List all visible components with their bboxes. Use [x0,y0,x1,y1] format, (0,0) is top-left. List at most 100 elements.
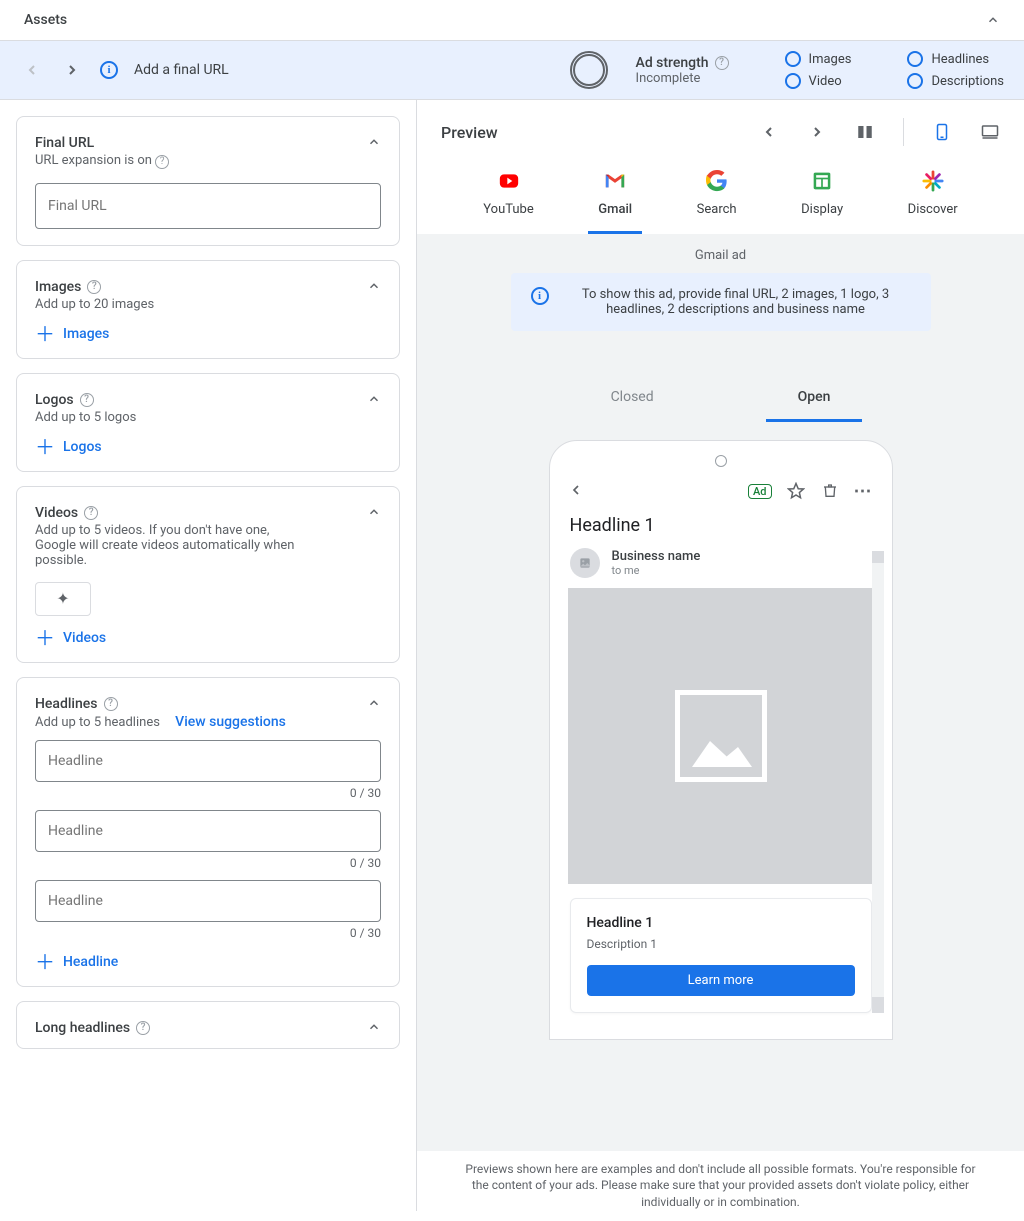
add-images-button[interactable]: ＋Images [35,326,381,342]
add-logos-button[interactable]: ＋Logos [35,439,381,455]
display-icon [811,170,833,192]
videos-title: Videos [35,505,78,521]
ad-badge: Ad [748,484,772,499]
plus-icon: ＋ [35,630,55,646]
headline-input-3[interactable] [35,880,381,922]
check-headlines: Headlines [931,52,989,67]
strength-label: Ad strength [636,55,709,71]
phone-notch-icon [715,455,727,467]
preview-mobile-icon[interactable] [932,122,952,142]
more-icon[interactable]: ⋯ [854,481,874,501]
card-logos: Logos ? Add up to 5 logos ＋Logos [16,373,400,472]
collapse-icon[interactable] [367,279,381,297]
collapse-icon[interactable] [367,1020,381,1038]
tab-youtube[interactable]: YouTube [473,162,544,234]
preview-stage: Gmail ad i To show this ad, provide fina… [417,234,1024,1151]
strength-status: Incomplete [636,71,729,86]
card-images: Images ? Add up to 20 images ＋Images [16,260,400,359]
info-icon: i [531,287,549,305]
headline-counter-1: 0 / 30 [35,786,381,800]
check-headlines-icon [907,51,923,67]
hero-image-placeholder [568,588,874,884]
trash-icon[interactable] [820,481,840,501]
preview-title: Preview [441,123,498,142]
collapse-icon[interactable] [367,505,381,523]
logos-sub: Add up to 5 logos [35,410,136,425]
help-icon[interactable]: ? [104,697,118,711]
google-icon [706,170,728,192]
preview-disclaimer: Previews shown here are examples and don… [417,1151,1024,1211]
headlines-title: Headlines [35,696,98,712]
help-icon[interactable]: ? [87,280,101,294]
card-final-url: Final URL URL expansion is on ? [16,116,400,246]
scrollbar[interactable] [872,551,884,1013]
images-sub: Add up to 20 images [35,297,154,312]
help-icon[interactable]: ? [136,1021,150,1035]
plus-icon: ＋ [35,326,55,342]
help-icon[interactable]: ? [715,56,729,70]
tab-display[interactable]: Display [791,162,853,234]
long-headlines-title: Long headlines [35,1020,130,1036]
tab-discover[interactable]: Discover [898,162,968,234]
star-icon[interactable] [786,481,806,501]
cta-headline: Headline 1 [587,915,855,931]
strength-ring-icon [570,51,608,89]
add-videos-button[interactable]: ＋Videos [35,630,381,646]
preview-desktop-icon[interactable] [980,122,1000,142]
cta-description: Description 1 [587,937,855,951]
business-name: Business name [612,549,701,564]
add-headline-button[interactable]: ＋Headline [35,954,381,970]
assets-header: Assets [0,0,1024,41]
auto-video-icon[interactable]: ✦ [35,582,91,616]
requirements-banner: i To show this ad, provide final URL, 2 … [511,273,931,331]
tab-open[interactable]: Open [766,381,863,422]
avatar-icon [570,548,600,578]
banner-text: To show this ad, provide final URL, 2 im… [561,287,911,317]
back-icon[interactable] [568,479,584,503]
next-step-icon[interactable] [60,58,84,82]
tab-closed[interactable]: Closed [579,381,686,422]
headline-input-1[interactable] [35,740,381,782]
phone-preview: Ad ⋯ Headline 1 Business name to me [549,440,893,1040]
divider [903,118,904,146]
view-suggestions-link[interactable]: View suggestions [175,714,286,730]
final-url-input[interactable] [35,183,381,229]
videos-sub: Add up to 5 videos. If you don't have on… [35,523,295,568]
prev-step-icon[interactable] [20,58,44,82]
preview-pane: Preview YouTube Gmail Search [416,100,1024,1211]
plus-icon: ＋ [35,439,55,455]
card-headlines: Headlines ? Add up to 5 headlines View s… [16,677,400,987]
tab-search[interactable]: Search [687,162,747,234]
email-headline: Headline 1 [568,511,874,544]
headline-input-2[interactable] [35,810,381,852]
help-icon[interactable]: ? [155,155,169,169]
help-icon[interactable]: ? [80,393,94,407]
image-icon [675,690,767,782]
headlines-sub: Add up to 5 headlines [35,715,160,730]
tab-gmail[interactable]: Gmail [588,162,642,234]
collapse-icon[interactable] [367,135,381,153]
preview-split-icon[interactable] [855,122,875,142]
headline-counter-3: 0 / 30 [35,926,381,940]
logos-title: Logos [35,392,74,408]
images-title: Images [35,279,81,295]
help-icon[interactable]: ? [84,506,98,520]
check-descriptions: Descriptions [931,74,1004,89]
plus-icon: ＋ [35,954,55,970]
gmail-icon [604,170,626,192]
collapse-assets-icon[interactable] [986,13,1000,27]
assets-form: Final URL URL expansion is on ? Images ?… [0,100,416,1211]
to-line: to me [612,564,701,577]
ad-strength-bar: i Add a final URL Ad strength ? Incomple… [0,41,1024,100]
check-images-icon [785,51,801,67]
final-url-sub: URL expansion is on [35,153,152,168]
learn-more-button[interactable]: Learn more [587,965,855,996]
card-videos: Videos ? Add up to 5 videos. If you don'… [16,486,400,663]
preview-next-icon[interactable] [807,122,827,142]
info-icon: i [100,61,118,79]
preview-prev-icon[interactable] [759,122,779,142]
discover-icon [922,170,944,192]
collapse-icon[interactable] [367,392,381,410]
collapse-icon[interactable] [367,696,381,714]
card-long-headlines: Long headlines ? [16,1001,400,1049]
